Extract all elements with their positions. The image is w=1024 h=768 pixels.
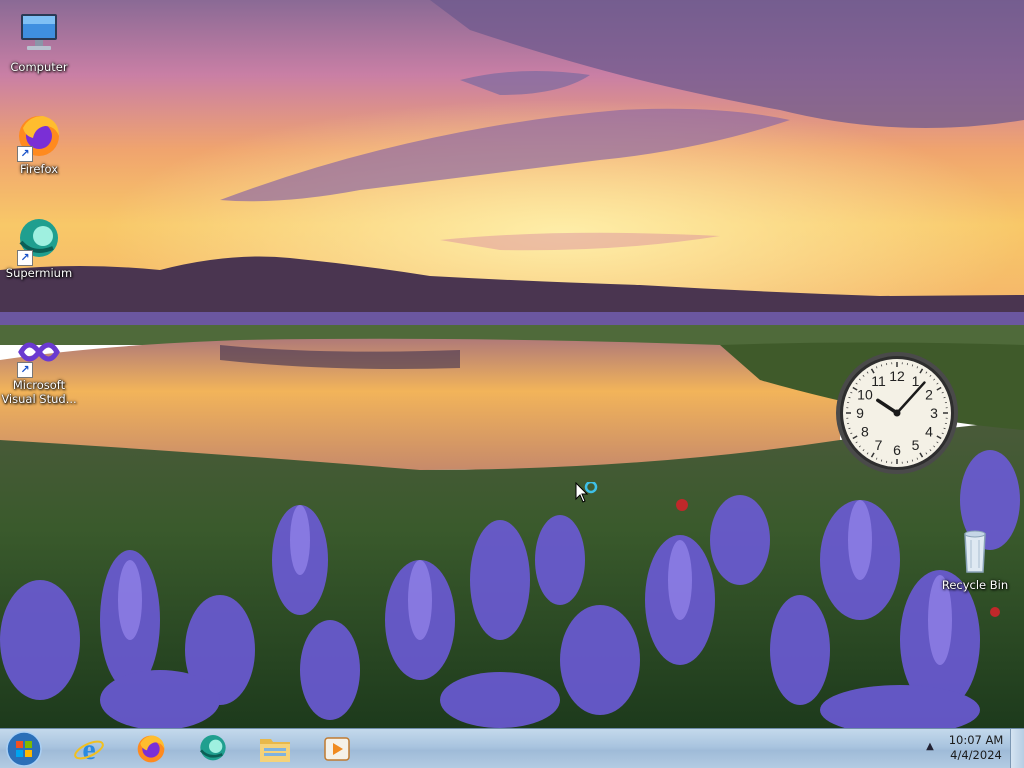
clock-gadget[interactable]: 12 1 2 3 4 5 6 7 8 9 10 11 [834,350,960,476]
clock-numeral: 9 [856,405,864,421]
firefox-icon [137,735,165,763]
taskbar-clock[interactable]: 10:07 AM 4/4/2024 [944,733,1008,763]
supermium-icon: ↗ [15,216,63,266]
clock-numeral: 8 [861,424,869,440]
firefox-icon: ↗ [15,112,63,162]
show-hidden-icons-button[interactable]: ▲ [924,741,936,753]
taskbar-internet-explorer-button[interactable]: e [62,731,116,767]
windows-start-icon [6,731,42,767]
desktop-icon-label: Firefox [19,162,59,176]
clock-numeral: 12 [889,368,905,384]
desktop-icon-supermium[interactable]: ↗ Supermium [1,216,77,280]
desktop-icon-recycle-bin[interactable]: Recycle Bin [937,528,1013,592]
folder-icon [260,739,290,762]
desktop-icon-label: Microsoft Visual Stud... [1,378,77,406]
desktop-icon-firefox[interactable]: ↗ Firefox [1,112,77,176]
clock-numeral: 5 [912,437,920,453]
clock-numeral: 11 [871,373,886,389]
taskbar-media-player-button[interactable] [310,731,364,767]
clock-numeral: 3 [930,405,938,421]
clock-numeral: 4 [925,424,933,440]
taskbar-firefox-button[interactable] [124,731,178,767]
internet-explorer-icon: e [74,733,104,765]
taskbar-file-explorer-button[interactable] [248,731,302,767]
taskbar-supermium-button[interactable] [186,731,240,767]
taskbar: e ▲ 10:07 AM 4/4/2024 [0,728,1024,768]
shortcut-arrow-icon: ↗ [17,362,33,378]
computer-icon [15,10,63,58]
recycle-bin-icon [951,528,999,576]
taskbar-date: 4/4/2024 [950,748,1002,762]
clock-numeral: 6 [893,442,901,458]
mouse-cursor-busy-icon [575,480,605,506]
clock-numeral: 2 [925,387,933,403]
taskbar-time: 10:07 AM [948,733,1004,747]
supermium-icon [199,735,226,761]
shortcut-arrow-icon: ↗ [17,250,33,266]
desktop-icon-label: Recycle Bin [941,578,1009,592]
clock-numeral: 7 [875,437,883,453]
start-button[interactable] [4,730,44,768]
desktop-icon-label: Supermium [5,266,73,280]
desktop-icon-visual-studio[interactable]: ↗ Microsoft Visual Stud... [1,328,77,406]
show-desktop-button[interactable] [1010,729,1024,768]
svg-text:e: e [82,733,95,765]
media-player-icon [324,737,350,761]
visual-studio-icon: ↗ [15,328,63,378]
desktop-icon-computer[interactable]: Computer [1,10,77,74]
desktop-icon-label: Computer [10,60,68,74]
shortcut-arrow-icon: ↗ [17,146,33,162]
clock-numeral: 1 [912,373,920,389]
